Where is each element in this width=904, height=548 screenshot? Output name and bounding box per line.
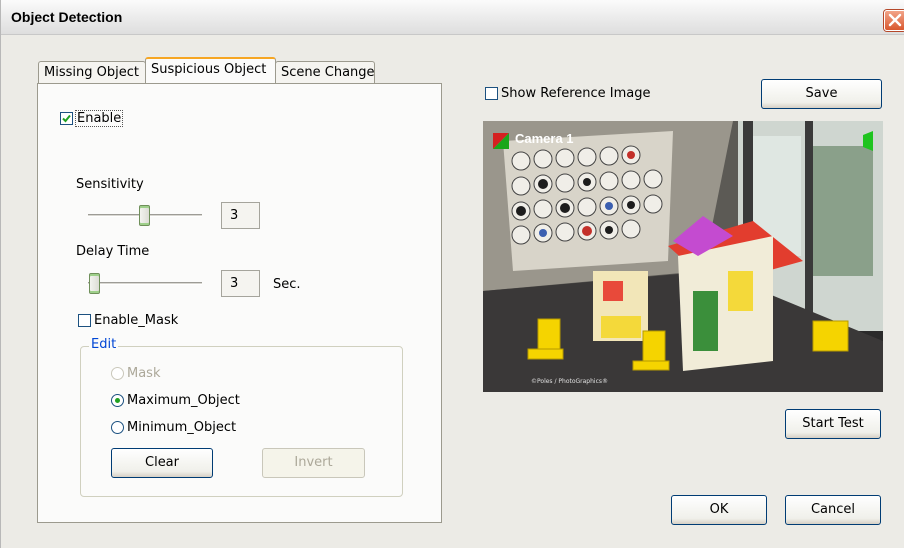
edit-group-title: Edit <box>89 337 119 352</box>
tab-scene-change[interactable]: Scene Change <box>275 61 375 83</box>
enable-checkbox[interactable] <box>60 112 73 125</box>
close-button[interactable] <box>884 10 904 31</box>
show-reference-image-checkbox[interactable] <box>485 87 498 100</box>
mask-radio-label: Mask <box>127 366 161 381</box>
camera-preview: ©Poles / PhotoGraphics® Camera 1 <box>483 121 883 392</box>
mask-radio[interactable] <box>111 367 124 380</box>
ok-button[interactable]: OK <box>671 495 767 525</box>
cancel-button[interactable]: Cancel <box>785 495 881 525</box>
camera-label: Camera 1 <box>515 131 574 146</box>
sensitivity-slider-thumb[interactable] <box>139 205 150 226</box>
window-title: Object Detection <box>11 9 123 25</box>
suspicious-object-panel: Enable Sensitivity 3 Delay Time 3 Sec. E… <box>37 83 442 523</box>
invert-button[interactable]: Invert <box>262 448 365 478</box>
show-reference-image-label[interactable]: Show Reference Image <box>501 86 651 101</box>
object-detection-dialog: Object Detection Missing Object Suspicio… <box>0 0 904 548</box>
clear-button[interactable]: Clear <box>111 448 213 478</box>
maximum-object-label: Maximum_Object <box>127 393 240 408</box>
close-icon <box>888 13 902 27</box>
start-test-button[interactable]: Start Test <box>785 409 881 439</box>
maximum-object-radio[interactable] <box>111 394 124 407</box>
delay-time-label: Delay Time <box>76 244 150 259</box>
sensitivity-value-field[interactable]: 3 <box>221 202 260 229</box>
delay-slider-thumb[interactable] <box>89 273 100 294</box>
save-button[interactable]: Save <box>761 79 882 109</box>
minimum-object-radio[interactable] <box>111 421 124 434</box>
radio-selected-dot <box>115 398 120 403</box>
enable-mask-label[interactable]: Enable_Mask <box>94 313 178 328</box>
tab-label: Scene Change <box>281 65 375 80</box>
delay-value-field[interactable]: 3 <box>221 270 260 297</box>
tab-label: Suspicious Object <box>151 62 267 77</box>
delay-slider-track[interactable] <box>88 282 202 285</box>
minimum-object-label: Minimum_Object <box>127 420 237 435</box>
tab-label: Missing Object <box>44 65 139 80</box>
tab-missing-object[interactable]: Missing Object <box>38 61 146 83</box>
camera-scene-image: ©Poles / PhotoGraphics® <box>483 121 883 392</box>
tab-suspicious-object[interactable]: Suspicious Object <box>145 57 276 83</box>
checkmark-icon <box>62 114 71 123</box>
title-bar: Object Detection <box>1 0 904 35</box>
delay-unit-label: Sec. <box>273 277 301 292</box>
edit-groupbox: Edit Mask Maximum_Object Minimum_Object … <box>80 337 403 497</box>
watermark-text: ©Poles / PhotoGraphics® <box>531 378 608 385</box>
enable-label[interactable]: Enable <box>75 110 124 127</box>
sensitivity-label: Sensitivity <box>76 177 144 192</box>
enable-mask-checkbox[interactable] <box>78 314 91 327</box>
